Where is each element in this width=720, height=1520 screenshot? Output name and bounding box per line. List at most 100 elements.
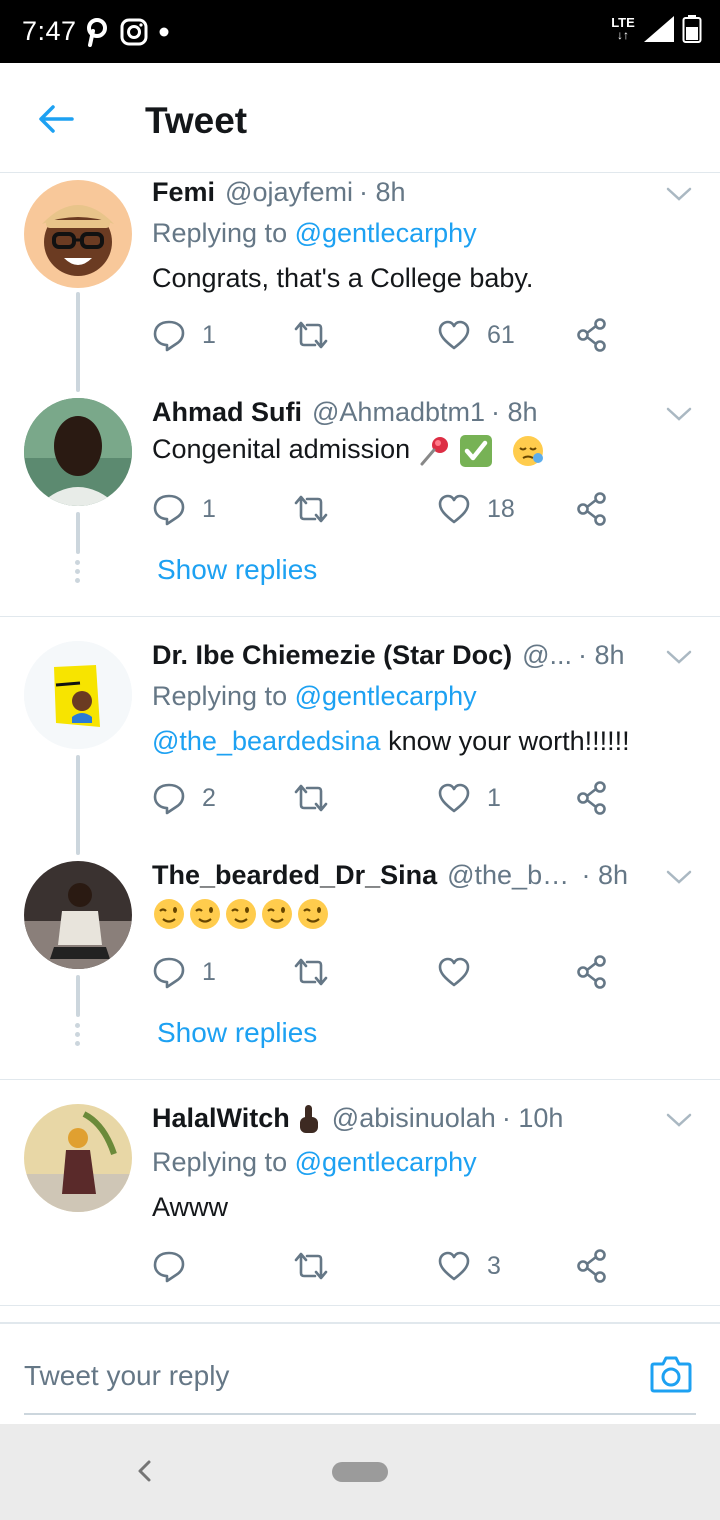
status-time: 7:47	[22, 16, 77, 46]
tweet-header: Dr. Ibe Chiemezie (Star Doc) @... 8h	[152, 640, 628, 671]
user-handle[interactable]: @...	[522, 640, 572, 671]
avatar[interactable]	[24, 861, 132, 969]
reply-count: 1	[202, 494, 216, 523]
reply-icon	[153, 494, 185, 526]
retweet-button[interactable]	[293, 315, 329, 355]
retweet-icon	[294, 495, 328, 523]
share-button[interactable]	[576, 489, 608, 529]
lte-indicator: LTE ↓↑	[611, 15, 635, 42]
like-count: 18	[487, 494, 515, 523]
reply-button[interactable]: 1	[152, 315, 216, 355]
user-handle[interactable]: @ojayfemi	[225, 177, 353, 208]
winking-face-emoji-icon	[298, 899, 328, 929]
reply-input[interactable]: Tweet your reply	[24, 1360, 229, 1392]
user-name[interactable]: Dr. Ibe Chiemezie (Star Doc)	[152, 640, 512, 671]
retweet-button[interactable]	[293, 778, 329, 818]
user-name[interactable]: HalalWitch	[152, 1103, 290, 1134]
check-mark-emoji-icon	[460, 435, 493, 467]
tweet-time: 10h	[502, 1103, 563, 1134]
avatar-star-doc-image	[24, 641, 132, 749]
chevron-down-icon[interactable]	[664, 645, 694, 669]
heart-icon	[438, 957, 470, 987]
like-count: 3	[487, 1251, 501, 1280]
reply-button[interactable]	[152, 1246, 202, 1286]
more-notifications-dot-icon	[159, 27, 169, 37]
tweet-halalwitch[interactable]: HalalWitch @abisinuolah 10h Replying to …	[0, 1103, 720, 1305]
tweet-ahmad-sufi[interactable]: Ahmad Sufi @Ahmadbtm1 8h Congenital admi…	[0, 394, 720, 616]
show-replies-link[interactable]: Show replies	[157, 554, 317, 586]
tweet-dr-ibe[interactable]: Dr. Ibe Chiemezie (Star Doc) @... 8h Rep…	[0, 637, 720, 857]
tweet-text: @the_beardedsina know your worth!!!!!!	[152, 726, 630, 756]
chevron-down-icon[interactable]	[664, 1108, 694, 1132]
tweet-text: Congenital admission	[152, 434, 545, 468]
tweet-femi[interactable]: Femi @ojayfemi 8h Replying to @gentlecar…	[0, 174, 720, 394]
tweet-bearded-dr-sina[interactable]: The_bearded_Dr_Sina @the_be... 8h 1 Show…	[0, 857, 720, 1079]
tweet-header: HalalWitch @abisinuolah 10h	[152, 1103, 628, 1135]
winking-face-emoji-icon	[190, 899, 220, 929]
signal-icon	[644, 16, 674, 42]
nav-back-icon[interactable]	[130, 1456, 160, 1486]
user-name[interactable]: Femi	[152, 177, 215, 208]
avatar-halalwitch-image	[24, 1104, 132, 1212]
avatar[interactable]	[24, 641, 132, 749]
nav-home-pill[interactable]	[332, 1462, 388, 1482]
share-button[interactable]	[576, 315, 608, 355]
chevron-down-icon[interactable]	[664, 865, 694, 889]
tweet-actions: 1	[152, 952, 622, 992]
avatar[interactable]	[24, 180, 132, 288]
mention-link[interactable]: @gentlecarphy	[295, 681, 477, 711]
like-count: 61	[487, 320, 515, 349]
tweet-actions: 1 61	[152, 315, 622, 355]
chevron-down-icon[interactable]	[664, 182, 694, 206]
user-name[interactable]: Ahmad Sufi	[152, 397, 302, 428]
share-button[interactable]	[576, 1246, 608, 1286]
share-icon	[577, 955, 606, 989]
tweet-text: Awww	[152, 1192, 229, 1222]
user-name[interactable]: The_bearded_Dr_Sina	[152, 860, 437, 891]
like-button[interactable]: 61	[437, 315, 515, 355]
replying-to: Replying to @gentlecarphy	[152, 1147, 477, 1177]
retweet-button[interactable]	[293, 1246, 329, 1286]
thread-line	[76, 975, 80, 1017]
user-handle[interactable]: @abisinuolah	[332, 1103, 496, 1134]
avatar[interactable]	[24, 1104, 132, 1212]
show-replies-link[interactable]: Show replies	[157, 1017, 317, 1049]
mention-link[interactable]: @gentlecarphy	[295, 1147, 477, 1177]
back-button[interactable]	[30, 97, 82, 141]
app-header: Tweet	[0, 63, 720, 173]
user-handle[interactable]: @Ahmadbtm1	[312, 397, 485, 428]
thread-divider	[0, 1079, 720, 1080]
tweet-text: Congrats, that's a College baby.	[152, 263, 534, 293]
like-button[interactable]	[437, 952, 487, 992]
share-button[interactable]	[576, 778, 608, 818]
tweet-time: 8h	[578, 640, 625, 671]
camera-icon[interactable]	[650, 1354, 692, 1394]
tweet-time: 8h	[491, 397, 538, 428]
tweet-actions: 1 18	[152, 489, 622, 529]
retweet-button[interactable]	[293, 489, 329, 529]
reply-button[interactable]: 1	[152, 952, 216, 992]
mention-link[interactable]: @the_beardedsina	[152, 726, 381, 756]
like-button[interactable]: 3	[437, 1246, 501, 1286]
share-icon	[577, 781, 606, 815]
chevron-down-icon[interactable]	[664, 402, 694, 426]
thread-line	[76, 292, 80, 392]
back-arrow-icon	[39, 105, 74, 133]
tweet-actions: 2 1	[152, 778, 622, 818]
like-button[interactable]: 1	[437, 778, 501, 818]
reply-button[interactable]: 1	[152, 489, 216, 529]
avatar-ahmad-image	[24, 398, 132, 506]
reply-count: 1	[202, 320, 216, 349]
retweet-button[interactable]	[293, 952, 329, 992]
reply-input-underline	[24, 1413, 696, 1415]
retweet-icon	[294, 784, 328, 812]
user-handle[interactable]: @the_be...	[447, 860, 575, 891]
thread-continuation-dots	[75, 560, 81, 587]
share-button[interactable]	[576, 952, 608, 992]
pinterest-notification-icon	[87, 18, 107, 47]
pushpin-emoji-icon	[420, 437, 448, 466]
reply-button[interactable]: 2	[152, 778, 216, 818]
like-button[interactable]: 18	[437, 489, 515, 529]
avatar[interactable]	[24, 398, 132, 506]
mention-link[interactable]: @gentlecarphy	[295, 218, 477, 248]
